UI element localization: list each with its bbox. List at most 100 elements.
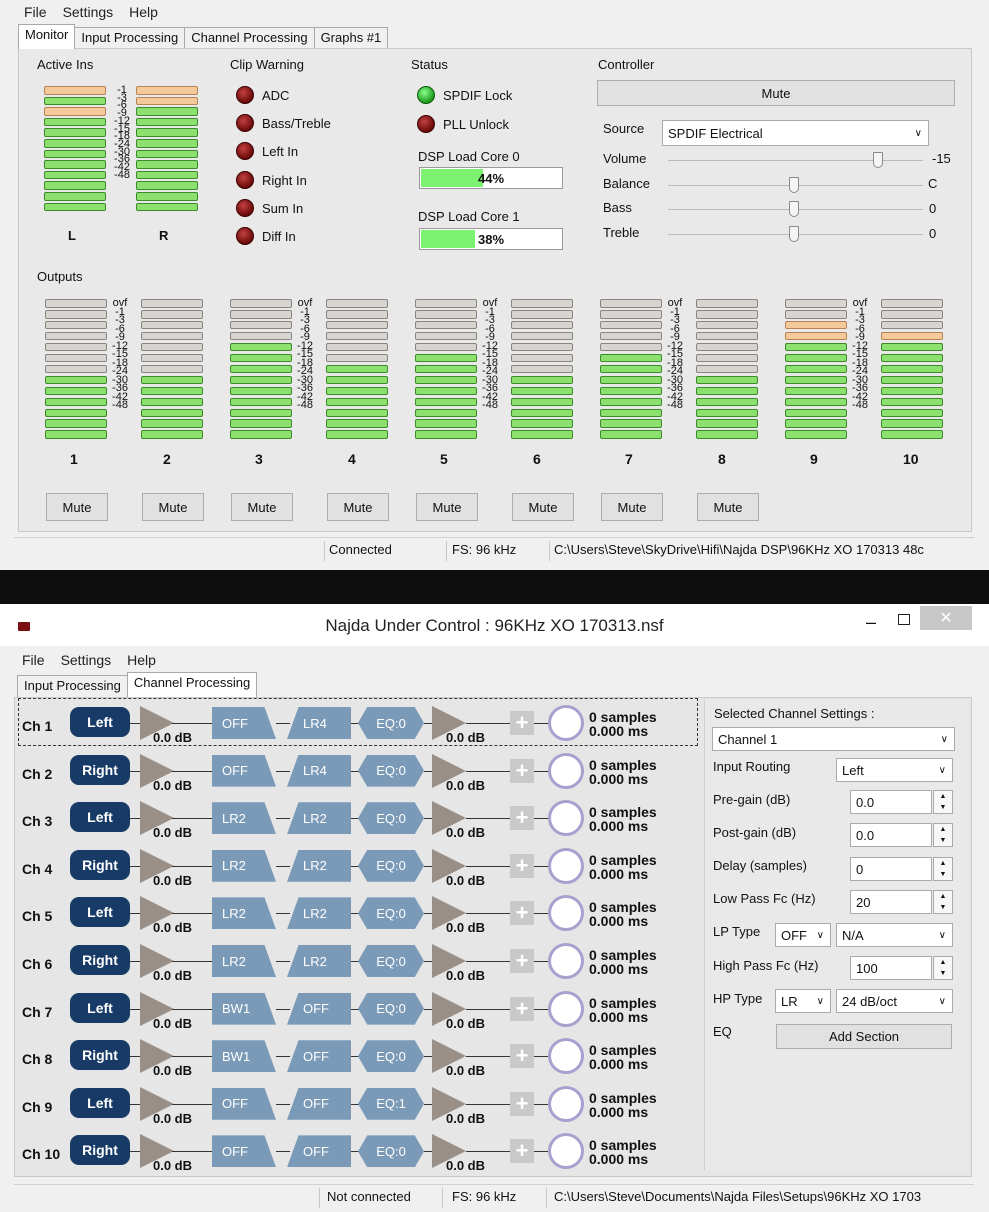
invert-plus-icon[interactable]: + — [510, 758, 534, 783]
invert-plus-icon[interactable]: + — [510, 805, 534, 831]
lp-slope-select[interactable]: N/A ∨ — [836, 923, 953, 947]
tab-input-processing[interactable]: Input Processing — [74, 27, 186, 49]
menu-settings[interactable]: Settings — [63, 4, 114, 20]
highpass-fc-input[interactable]: 100 — [850, 956, 932, 980]
meter-segment — [326, 386, 388, 396]
output-mute-button[interactable]: Mute — [512, 493, 574, 521]
delay-circle-icon[interactable] — [548, 705, 584, 741]
input-routing-block[interactable]: Left — [70, 1087, 130, 1118]
eq-block[interactable]: EQ:0 — [358, 992, 424, 1025]
output-mute-button[interactable]: Mute — [231, 493, 293, 521]
meter-segment — [785, 364, 847, 374]
tick-label: -48 — [852, 399, 868, 411]
channel-select[interactable]: Channel 1 ∨ — [712, 727, 955, 751]
status-separator — [319, 1188, 320, 1208]
input-routing-block[interactable]: Right — [70, 1135, 130, 1166]
output-mute-button[interactable]: Mute — [601, 493, 663, 521]
delay-circle-icon[interactable] — [548, 943, 584, 979]
delay-circle-icon[interactable] — [548, 1085, 584, 1122]
meter-segment — [45, 386, 107, 396]
menu-help[interactable]: Help — [129, 4, 158, 20]
eq-block[interactable]: EQ:0 — [358, 1135, 424, 1168]
balance-slider-thumb[interactable] — [789, 177, 799, 193]
delay-circle-icon[interactable] — [548, 990, 584, 1027]
input-routing-block[interactable]: Left — [70, 707, 130, 737]
invert-plus-icon[interactable]: + — [510, 1043, 534, 1069]
input-routing-block[interactable]: Left — [70, 802, 130, 833]
meter-segment — [785, 353, 847, 363]
delay-stepper[interactable]: ▲ ▼ — [933, 857, 953, 881]
invert-plus-icon[interactable]: + — [510, 948, 534, 973]
clip-label: Left In — [262, 144, 299, 160]
eq-block[interactable]: EQ:0 — [358, 802, 424, 835]
meter-segment — [230, 430, 292, 439]
hp-slope-select[interactable]: 24 dB/oct ∨ — [836, 989, 953, 1013]
meter-segment — [44, 86, 106, 95]
close-icon[interactable]: ✕ — [920, 606, 972, 630]
eq-block[interactable]: EQ:0 — [358, 945, 424, 977]
input-routing-block[interactable]: Right — [70, 945, 130, 975]
tab-graphs[interactable]: Graphs #1 — [313, 27, 389, 49]
input-routing-block[interactable]: Left — [70, 897, 130, 928]
menu-help[interactable]: Help — [127, 652, 156, 668]
output-mute-button[interactable]: Mute — [327, 493, 389, 521]
meter-segment — [230, 320, 292, 330]
postgain-input[interactable]: 0.0 — [850, 823, 932, 847]
invert-plus-icon[interactable]: + — [510, 1091, 534, 1116]
menu-settings[interactable]: Settings — [61, 652, 112, 668]
input-routing-block[interactable]: Right — [70, 1040, 130, 1071]
menu-file[interactable]: File — [24, 4, 47, 20]
tab-channel-processing[interactable]: Channel Processing — [126, 672, 258, 697]
eq-block[interactable]: EQ:0 — [358, 1040, 424, 1073]
lp-type-select[interactable]: OFF ∨ — [775, 923, 831, 947]
tab-channel-processing[interactable]: Channel Processing — [184, 27, 315, 49]
eq-block[interactable]: EQ:0 — [358, 754, 424, 787]
input-routing-block[interactable]: Right — [70, 849, 130, 880]
delay-input[interactable]: 0 — [850, 857, 932, 881]
volume-slider-thumb[interactable] — [873, 152, 883, 168]
delay-circle-icon[interactable] — [548, 1038, 584, 1075]
lowpass-fc-input[interactable]: 20 — [850, 890, 932, 914]
output-mute-button[interactable]: Mute — [46, 493, 108, 521]
input-routing-block[interactable]: Left — [70, 992, 130, 1023]
output-mute-button[interactable]: Mute — [697, 493, 759, 521]
controller-mute-button[interactable]: Mute — [597, 80, 955, 106]
bass-slider-thumb[interactable] — [789, 201, 799, 217]
menu-file[interactable]: File — [22, 652, 45, 668]
input-routing-value: Left — [842, 762, 864, 778]
delay-circle-icon[interactable] — [548, 752, 584, 789]
treble-slider-thumb[interactable] — [789, 226, 799, 242]
add-section-button[interactable]: Add Section — [776, 1024, 952, 1049]
postgain-stepper[interactable]: ▲ ▼ — [933, 823, 953, 847]
pregain-stepper[interactable]: ▲ ▼ — [933, 790, 953, 814]
minimize-icon[interactable]: – — [866, 612, 876, 633]
meter-segment — [415, 299, 477, 308]
invert-plus-icon[interactable]: + — [510, 853, 534, 878]
meter-segment — [141, 353, 203, 363]
eq-block[interactable]: EQ:0 — [358, 897, 424, 930]
eq-block[interactable]: EQ:0 — [358, 849, 424, 882]
invert-plus-icon[interactable]: + — [510, 996, 534, 1021]
input-routing-block[interactable]: Right — [70, 754, 130, 785]
input-routing-select[interactable]: Left ∨ — [836, 758, 953, 782]
output-mute-button[interactable]: Mute — [142, 493, 204, 521]
hp-type-select[interactable]: LR ∨ — [775, 989, 831, 1013]
meter-segment — [881, 342, 943, 352]
source-select[interactable]: SPDIF Electrical ∨ — [662, 120, 929, 146]
eq-block[interactable]: EQ:1 — [358, 1087, 424, 1120]
tab-monitor[interactable]: Monitor — [18, 24, 76, 49]
delay-circle-icon[interactable] — [548, 800, 584, 837]
maximize-icon[interactable] — [898, 614, 910, 625]
tab-input-processing[interactable]: Input Processing — [17, 675, 128, 697]
invert-plus-icon[interactable]: + — [510, 1138, 534, 1164]
delay-circle-icon[interactable] — [548, 847, 584, 884]
tick-label: -48 — [114, 168, 130, 181]
highpass-fc-stepper[interactable]: ▲ ▼ — [933, 956, 953, 980]
output-mute-button[interactable]: Mute — [416, 493, 478, 521]
invert-plus-icon[interactable]: + — [510, 900, 534, 926]
eq-block[interactable]: EQ:0 — [358, 707, 424, 739]
invert-plus-icon[interactable]: + — [510, 710, 534, 735]
pregain-input[interactable]: 0.0 — [850, 790, 932, 814]
lowpass-fc-stepper[interactable]: ▲ ▼ — [933, 890, 953, 914]
signal-wire — [466, 1103, 510, 1105]
